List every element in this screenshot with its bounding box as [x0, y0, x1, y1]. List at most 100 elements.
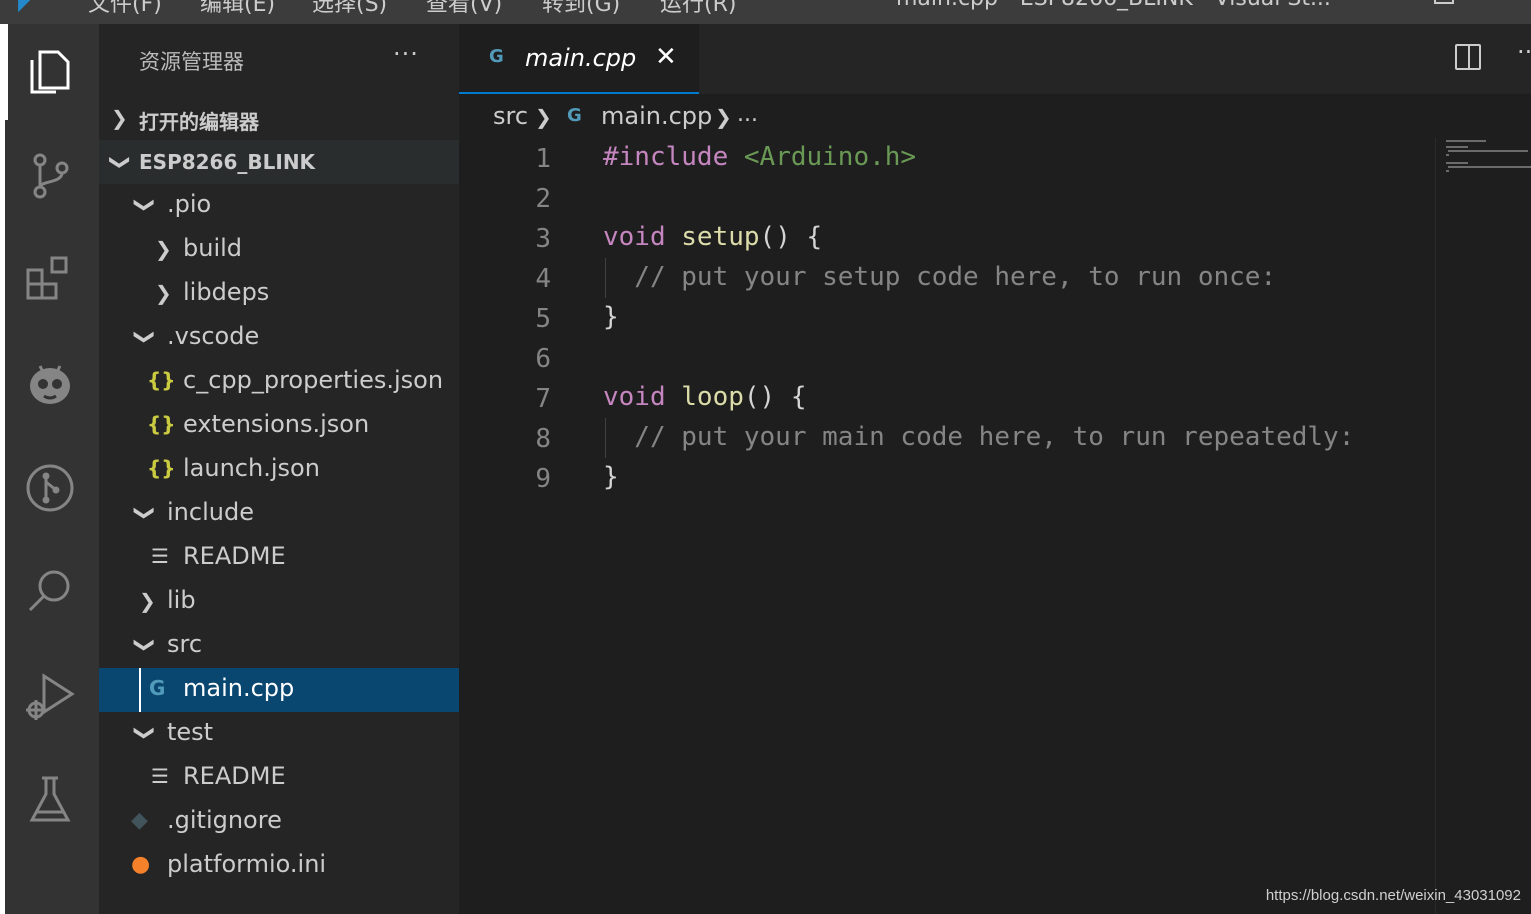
cpp-file-icon: G: [489, 46, 504, 67]
tree-item-platformio-ini[interactable]: ● platformio.ini: [99, 844, 459, 888]
tree-item-label: .gitignore: [167, 806, 282, 834]
chevron-down-icon: ❯: [133, 328, 158, 346]
tree-item-label: .pio: [167, 190, 212, 218]
tree-item-build[interactable]: ❯ build: [99, 228, 459, 272]
chevron-right-icon: ❯: [155, 237, 172, 261]
breadcrumb-symbols[interactable]: ...: [737, 102, 758, 127]
function-name: loop: [665, 382, 744, 412]
tree-item-include[interactable]: ❯ include: [99, 492, 459, 536]
line-number: 2: [535, 184, 551, 214]
chevron-down-icon: ❯: [109, 154, 133, 171]
explorer-sidebar: 资源管理器 ··· ❯ 打开的编辑器 ❯ ESP8266_BLINK ❯ .pi…: [99, 24, 459, 914]
tree-item-label: README: [183, 762, 286, 790]
testing-icon[interactable]: [22, 772, 78, 828]
line-number: 6: [535, 344, 551, 374]
keyword-void: void: [603, 382, 666, 412]
platformio-icon[interactable]: [22, 356, 78, 412]
tree-item-test[interactable]: ❯ test: [99, 712, 459, 756]
code-line-8: // put your main code here, to run repea…: [603, 422, 1355, 452]
chevron-right-icon: ❯: [111, 106, 128, 130]
menu-selection[interactable]: 选择(S): [312, 0, 387, 18]
activity-bar: [0, 24, 99, 914]
line-number: 3: [535, 224, 551, 254]
breadcrumb-src[interactable]: src: [493, 102, 528, 130]
close-tab-icon[interactable]: ✕: [655, 42, 677, 72]
tree-item-vscode[interactable]: ❯ .vscode: [99, 316, 459, 360]
tree-item-libdeps[interactable]: ❯ libdeps: [99, 272, 459, 316]
breadcrumb-main-cpp[interactable]: main.cpp: [601, 102, 712, 130]
tree-item-launch-json[interactable]: {} launch.json: [99, 448, 459, 492]
git-graph-icon[interactable]: [22, 460, 78, 516]
tree-item-label: launch.json: [183, 454, 320, 482]
tree-item-label: .vscode: [167, 322, 260, 350]
json-icon: {}: [147, 412, 176, 436]
search-icon[interactable]: [22, 564, 78, 620]
json-icon: {}: [147, 456, 176, 480]
tree-item-label: build: [183, 234, 243, 262]
tree-item-label: platformio.ini: [167, 850, 327, 878]
text-file-icon: ☰: [151, 764, 169, 788]
workspace-label: ESP8266_BLINK: [139, 150, 316, 174]
menu-go[interactable]: 转到(G): [542, 0, 620, 18]
line-number: 9: [535, 464, 551, 494]
title-bar: ◤ 文件(F) 编辑(E) 选择(S) 查看(V) 转到(G) 运行(R) ma…: [0, 0, 1531, 24]
sidebar-title: 资源管理器: [139, 50, 244, 74]
tree-item-test-readme[interactable]: ☰ README: [99, 756, 459, 800]
function-name: setup: [665, 222, 760, 252]
chevron-down-icon: ❯: [133, 504, 158, 522]
code-editor[interactable]: 1 2 3 4 5 6 7 8 9 #include <Arduino.h> v…: [459, 138, 1435, 914]
minimap-line: [1446, 140, 1486, 142]
tree-item-label: lib: [167, 586, 196, 614]
tab-main-cpp[interactable]: G main.cpp ✕: [459, 24, 699, 94]
split-editor-icon[interactable]: [1455, 44, 1481, 70]
json-icon: {}: [147, 368, 176, 392]
tree-item-src[interactable]: ❯ src: [99, 624, 459, 668]
text-file-icon: ☰: [151, 544, 169, 568]
include-path: <Arduino.h>: [743, 142, 917, 172]
cpp-file-icon: G: [567, 105, 582, 126]
more-actions-icon[interactable]: ···: [393, 40, 419, 68]
active-indicator: [5, 24, 8, 120]
chevron-right-icon: ❯: [139, 589, 156, 613]
preprocessor-directive: #include: [603, 142, 744, 172]
code-line-5: }: [603, 302, 619, 332]
tab-bar: G main.cpp ✕ ···: [459, 24, 1531, 94]
workspace-section[interactable]: ❯ ESP8266_BLINK: [99, 140, 459, 184]
tree-item-main-cpp[interactable]: G main.cpp: [99, 668, 459, 712]
line-number: 7: [535, 384, 551, 414]
code-line-9: }: [603, 462, 619, 492]
explorer-icon[interactable]: [22, 44, 78, 100]
tree-item-pio[interactable]: ❯ .pio: [99, 184, 459, 228]
tree-item-gitignore[interactable]: ◆ .gitignore: [99, 800, 459, 844]
extensions-icon[interactable]: [22, 252, 78, 308]
minimap-line: [1446, 162, 1468, 164]
source-control-icon[interactable]: [22, 148, 78, 204]
chevron-right-icon: ❯: [155, 281, 172, 305]
tree-item-extensions-json[interactable]: {} extensions.json: [99, 404, 459, 448]
line-number: 8: [535, 424, 551, 454]
window-edge: [0, 24, 5, 914]
menu-run[interactable]: 运行(R): [660, 0, 736, 18]
menu-edit[interactable]: 编辑(E): [200, 0, 275, 18]
tree-item-include-readme[interactable]: ☰ README: [99, 536, 459, 580]
open-editors-section[interactable]: ❯ 打开的编辑器: [99, 96, 459, 140]
minimap[interactable]: [1435, 138, 1531, 914]
tree-item-label: include: [167, 498, 254, 526]
cpp-file-icon: G: [149, 676, 166, 700]
tree-item-c-cpp-properties[interactable]: {} c_cpp_properties.json: [99, 360, 459, 404]
menu-view[interactable]: 查看(V): [426, 0, 502, 18]
tab-label: main.cpp: [525, 44, 637, 72]
tree-item-lib[interactable]: ❯ lib: [99, 580, 459, 624]
menu-file[interactable]: 文件(F): [88, 0, 162, 18]
tree-item-label: src: [167, 630, 203, 658]
minimap-line: [1446, 146, 1468, 148]
git-file-icon: ◆: [131, 808, 148, 833]
line-number: 1: [535, 144, 551, 174]
more-actions-icon[interactable]: ···: [1517, 38, 1531, 66]
restore-window-button[interactable]: [1434, 0, 1454, 4]
window-title: main.cpp - ESP8266_BLINK - Visual St...: [896, 0, 1331, 11]
indent-guide: [139, 668, 141, 712]
run-debug-icon[interactable]: [22, 668, 78, 724]
tree-item-label: extensions.json: [183, 410, 370, 438]
minimap-line: [1446, 154, 1449, 156]
